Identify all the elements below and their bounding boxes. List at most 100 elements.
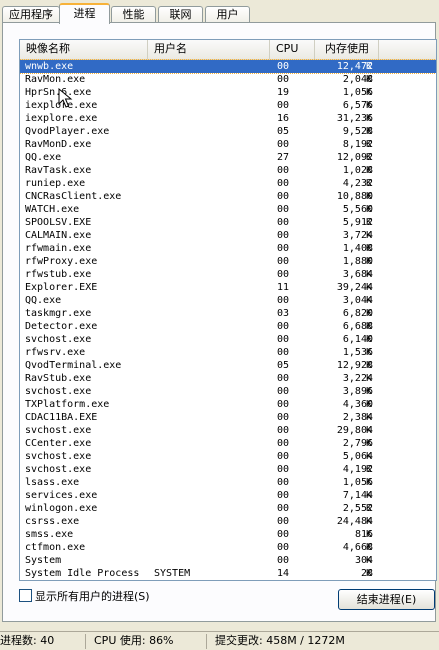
process-name: TXPlatform.exe	[25, 399, 110, 410]
tab-applications[interactable]: 应用程序	[2, 6, 60, 23]
process-mem-unit: K	[366, 74, 373, 85]
process-row[interactable]: rfwsrv.exe 00 1,536 K	[20, 346, 436, 359]
process-row[interactable]: CALMAIN.exe 00 3,724 K	[20, 229, 436, 242]
process-mem-unit: K	[366, 529, 373, 540]
process-row[interactable]: CNCRasClient.exe 00 10,880 K	[20, 190, 436, 203]
process-row[interactable]: QvodTerminal.exe 05 12,928 K	[20, 359, 436, 372]
status-bar: 进程数: 40 CPU 使用: 86% 提交更改: 458M / 1272M	[0, 631, 439, 650]
column-header-name[interactable]: 映像名称	[20, 40, 148, 59]
tab-users[interactable]: 用户	[205, 6, 250, 23]
process-row[interactable]: System Idle Process SYSTEM 14 28 K	[20, 567, 436, 580]
process-name: lsass.exe	[25, 477, 80, 488]
process-row[interactable]: RavTask.exe 00 1,028 K	[20, 164, 436, 177]
process-row[interactable]: QvodPlayer.exe 05 9,528 K	[20, 125, 436, 138]
process-cpu: 00	[277, 412, 290, 423]
process-cpu: 00	[277, 451, 290, 462]
process-row[interactable]: services.exe 00 7,144 K	[20, 489, 436, 502]
process-row[interactable]: RavStub.exe 00 3,224 K	[20, 372, 436, 385]
process-row[interactable]: RavMonD.exe 00 8,192 K	[20, 138, 436, 151]
process-row[interactable]: QQ.exe 00 3,044 K	[20, 294, 436, 307]
process-row[interactable]: System 00 304 K	[20, 554, 436, 567]
process-mem-unit: K	[366, 555, 373, 566]
process-mem-unit: K	[366, 217, 373, 228]
process-name: iexplore.exe	[25, 113, 98, 124]
process-name: QvodTerminal.exe	[25, 360, 122, 371]
process-row[interactable]: CCenter.exe 00 2,796 K	[20, 437, 436, 450]
process-user: SYSTEM	[154, 568, 191, 579]
column-header-user[interactable]: 用户名	[148, 40, 270, 59]
process-row[interactable]: RavMon.exe 00 2,048 K	[20, 73, 436, 86]
process-row[interactable]: rfwProxy.exe 00 1,880 K	[20, 255, 436, 268]
status-commit-charge: 提交更改: 458M / 1272M	[215, 634, 345, 647]
process-row[interactable]: Explorer.EXE 11 39,244 K	[20, 281, 436, 294]
process-cpu: 00	[277, 529, 290, 540]
tab-networking[interactable]: 联网	[158, 6, 203, 23]
process-row[interactable]: iexplore.exe 00 6,576 K	[20, 99, 436, 112]
process-row[interactable]: runiep.exe 00 4,232 K	[20, 177, 436, 190]
process-row[interactable]: svchost.exe 00 29,804 K	[20, 424, 436, 437]
process-row[interactable]: wnwb.exe 00 12,472 K	[20, 59, 436, 74]
process-cpu: 00	[277, 542, 290, 553]
process-row[interactable]: Detector.exe 00 6,688 K	[20, 320, 436, 333]
process-row[interactable]: rfwmain.exe 00 1,408 K	[20, 242, 436, 255]
process-cpu: 11	[277, 282, 290, 293]
process-name: rfwProxy.exe	[25, 256, 98, 267]
show-all-users-checkbox[interactable]	[19, 589, 32, 602]
process-name: RavTask.exe	[25, 165, 92, 176]
process-row[interactable]: csrss.exe 00 24,484 K	[20, 515, 436, 528]
process-row[interactable]: TXPlatform.exe 00 4,360 K	[20, 398, 436, 411]
process-mem-unit: K	[366, 568, 373, 579]
process-mem-unit: K	[366, 399, 373, 410]
process-cpu: 00	[277, 243, 290, 254]
process-cpu: 00	[277, 178, 290, 189]
process-mem-unit: K	[366, 165, 373, 176]
tab-performance[interactable]: 性能	[111, 6, 156, 23]
process-cpu: 00	[277, 386, 290, 397]
process-row[interactable]: smss.exe 00 816 K	[20, 528, 436, 541]
end-process-button[interactable]: 结束进程(E)	[338, 589, 435, 610]
process-name: rfwmain.exe	[25, 243, 92, 254]
process-row[interactable]: iexplore.exe 16 31,236 K	[20, 112, 436, 125]
process-mem-unit: K	[366, 334, 373, 345]
column-header-mem[interactable]: 内存使用	[315, 40, 379, 59]
process-cpu: 00	[277, 490, 290, 501]
process-row[interactable]: SPOOLSV.EXE 00 5,912 K	[20, 216, 436, 229]
process-mem-unit: K	[366, 178, 373, 189]
process-name: rfwstub.exe	[25, 269, 92, 280]
process-mem-unit: K	[366, 412, 373, 423]
process-cpu: 00	[277, 230, 290, 241]
process-mem-unit: K	[366, 243, 373, 254]
process-mem-unit: K	[366, 464, 373, 475]
tab-processes[interactable]: 进程	[59, 3, 110, 24]
process-row[interactable]: winlogon.exe 00 2,552 K	[20, 502, 436, 515]
process-row[interactable]: svchost.exe 00 6,140 K	[20, 333, 436, 346]
process-list[interactable]: 映像名称 用户名 CPU 内存使用 wnwb.exe 00 12,472 K RavMo…	[19, 39, 437, 581]
process-row[interactable]: HprSn.6.exe 19 1,056 K	[20, 86, 436, 99]
process-mem-unit: K	[366, 425, 373, 436]
process-row[interactable]: QQ.exe 27 12,092 K	[20, 151, 436, 164]
process-row[interactable]: svchost.exe 00 3,896 K	[20, 385, 436, 398]
process-mem-unit: K	[366, 503, 373, 514]
process-cpu: 00	[277, 295, 290, 306]
process-mem-unit: K	[366, 256, 373, 267]
process-row[interactable]: svchost.exe 00 5,064 K	[20, 450, 436, 463]
process-row[interactable]: ctfmon.exe 00 4,668 K	[20, 541, 436, 554]
process-name: RavStub.exe	[25, 373, 92, 384]
process-mem-unit: K	[366, 269, 373, 280]
process-cpu: 00	[277, 516, 290, 527]
process-row[interactable]: WATCH.exe 00 5,560 K	[20, 203, 436, 216]
process-mem-unit: K	[366, 438, 373, 449]
process-cpu: 00	[277, 74, 290, 85]
process-name: CALMAIN.exe	[25, 230, 92, 241]
column-header-cpu[interactable]: CPU	[270, 40, 315, 59]
process-row[interactable]: svchost.exe 00 4,192 K	[20, 463, 436, 476]
process-row[interactable]: CDAC11BA.EXE 00 2,384 K	[20, 411, 436, 424]
process-mem-unit: K	[366, 477, 373, 488]
process-row[interactable]: lsass.exe 00 1,056 K	[20, 476, 436, 489]
process-cpu: 16	[277, 113, 290, 124]
process-row[interactable]: rfwstub.exe 00 3,684 K	[20, 268, 436, 281]
process-mem-unit: K	[366, 360, 373, 371]
process-name: svchost.exe	[25, 425, 92, 436]
process-row[interactable]: taskmgr.exe 03 6,820 K	[20, 307, 436, 320]
process-mem-unit: K	[366, 100, 373, 111]
